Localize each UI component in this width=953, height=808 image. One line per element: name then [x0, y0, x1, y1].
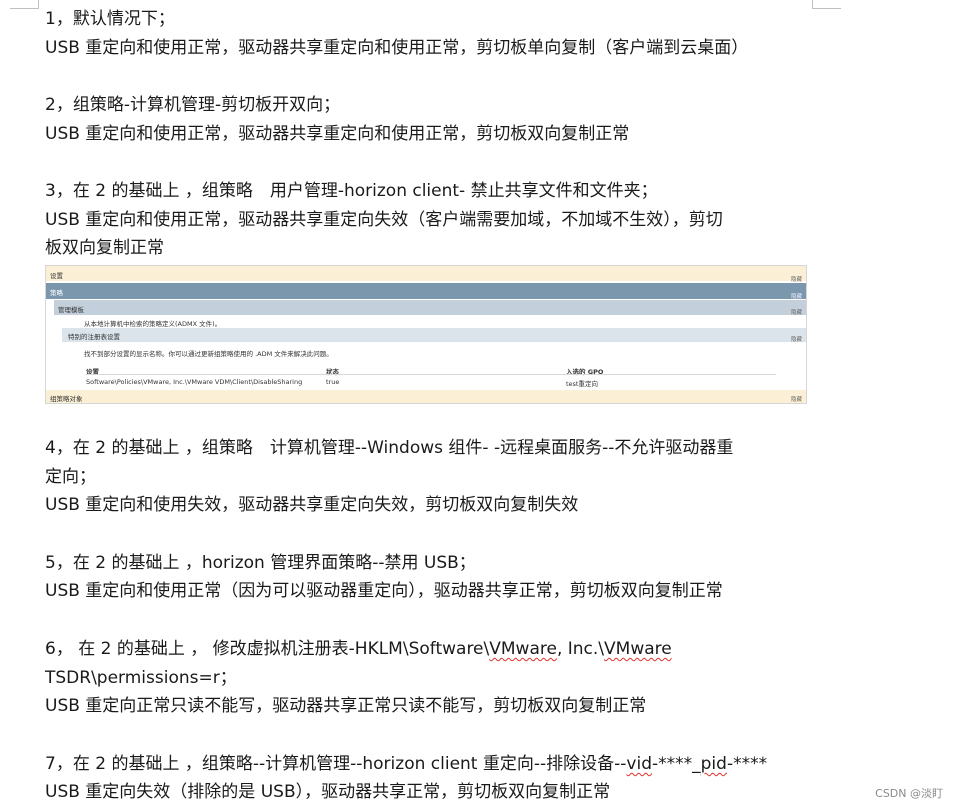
gpo-admin-templates-label: 管理模板	[58, 306, 84, 314]
item-2-detail: USB 重定向和使用正常，驱动器共享重定向和使用正常，剪切板双向复制正常	[45, 124, 630, 144]
gpo-hide-link[interactable]: 隐藏	[791, 275, 802, 283]
item-7-text-vid: vid	[626, 754, 652, 774]
page-corner-mark-right	[812, 0, 841, 9]
item-7-text-c: -****_	[651, 754, 701, 774]
item-6-detail: USB 重定向正常只读不能写，驱动器共享正常只读不能写，剪切板双向复制正常	[45, 696, 647, 716]
gpo-extra-note: 找不到部分设置的显示名称。你可以通过更新组策略使用的 .ADM 文件来解决此问题…	[84, 350, 333, 358]
csdn-watermark: CSDN @淡盯	[875, 787, 943, 800]
item-7-text-pid: pid	[700, 754, 727, 774]
item-4-heading-line2: 定向；	[45, 467, 96, 487]
item-3-detail-line2: 板双向复制正常	[45, 238, 164, 258]
gpo-row-setting: Software\Policies\VMware, Inc.\VMware VD…	[86, 378, 303, 386]
gpo-admx-note: 从本地计算机中检索的策略定义(ADMX 文件)。	[84, 320, 222, 328]
item-1-detail: USB 重定向和使用正常，驱动器共享重定向和使用正常，剪切板单向复制（客户端到云…	[45, 38, 749, 58]
gpo-settings-label: 设置	[50, 272, 63, 280]
item-4-detail: USB 重定向和使用失效，驱动器共享重定向失效，剪切板双向复制失效	[45, 495, 579, 515]
gpo-policies-bar: 策略 隐藏	[46, 283, 806, 300]
item-6-text-a: 6， 在 2 的基础上 ， 修改虚拟机注册表-HKLM\Software\	[45, 639, 490, 659]
page-corner-mark-left	[10, 0, 39, 9]
item-6-text-vmware-1: VMware	[489, 639, 557, 659]
gpo-settings-bar: 设置 隐藏	[46, 266, 806, 283]
item-1-heading: 1，默认情况下；	[45, 9, 175, 29]
gpo-objects-bar: 组策略对象 隐藏	[46, 390, 806, 403]
embedded-gpo-screenshot: 设置 隐藏 策略 隐藏 管理模板 隐藏 从本地计算机中检索的策略定义(ADMX …	[45, 265, 807, 404]
item-7-detail: USB 重定向失效（排除的是 USB），驱动器共享正常，剪切板双向复制正常	[45, 782, 611, 802]
gpo-objects-label: 组策略对象	[50, 395, 83, 403]
item-3-heading: 3，在 2 的基础上 ，组策略 用户管理-horizon client- 禁止共…	[45, 181, 658, 201]
item-4-heading-line1: 4，在 2 的基础上 ，组策略 计算机管理--Windows 组件- -远程桌面…	[45, 438, 734, 458]
gpo-objects-hide-link[interactable]: 隐藏	[791, 395, 802, 403]
gpo-row-gpo: test重定向	[566, 380, 598, 388]
item-2-heading: 2，组策略-计算机管理-剪切板开双向；	[45, 95, 341, 115]
item-5-detail: USB 重定向和使用正常（因为可以驱动器重定向），驱动器共享正常，剪切板双向复制…	[45, 581, 723, 601]
item-7-heading: 7，在 2 的基础上 ，组策略--计算机管理--horizon client 重…	[45, 753, 815, 775]
gpo-admin-templates-bar: 管理模板 隐藏	[54, 300, 806, 316]
item-7-text-a: 7，在 2 的基础上 ，组策略--计算机管理--horizon client 重…	[45, 754, 627, 774]
item-3-detail-line1: USB 重定向和使用正常，驱动器共享重定向失效（客户端需要加域，不加域不生效），…	[45, 210, 723, 230]
gpo-extra-hide-link[interactable]: 隐藏	[791, 335, 802, 343]
gpo-policies-label: 策略	[50, 289, 63, 297]
gpo-table-divider	[86, 374, 776, 375]
item-6-heading-line1: 6， 在 2 的基础上 ， 修改虚拟机注册表-HKLM\Software\VMw…	[45, 638, 815, 660]
gpo-row-state: true	[326, 378, 340, 386]
gpo-extra-registry-label: 特别的注册表设置	[68, 333, 120, 341]
item-7-text-e: -****	[726, 754, 768, 774]
item-5-heading: 5，在 2 的基础上 ，horizon 管理界面策略--禁用 USB；	[45, 553, 476, 573]
item-6-text-vmware-2: VMware	[604, 639, 672, 659]
gpo-extra-registry-bar: 特别的注册表设置 隐藏	[62, 328, 806, 343]
item-6-heading-line2: TSDR\permissions=r；	[45, 668, 237, 688]
gpo-admin-hide-link[interactable]: 隐藏	[791, 308, 802, 316]
gpo-policies-hide-link[interactable]: 隐藏	[791, 292, 802, 300]
item-6-text-c: , Inc.\	[556, 639, 605, 659]
